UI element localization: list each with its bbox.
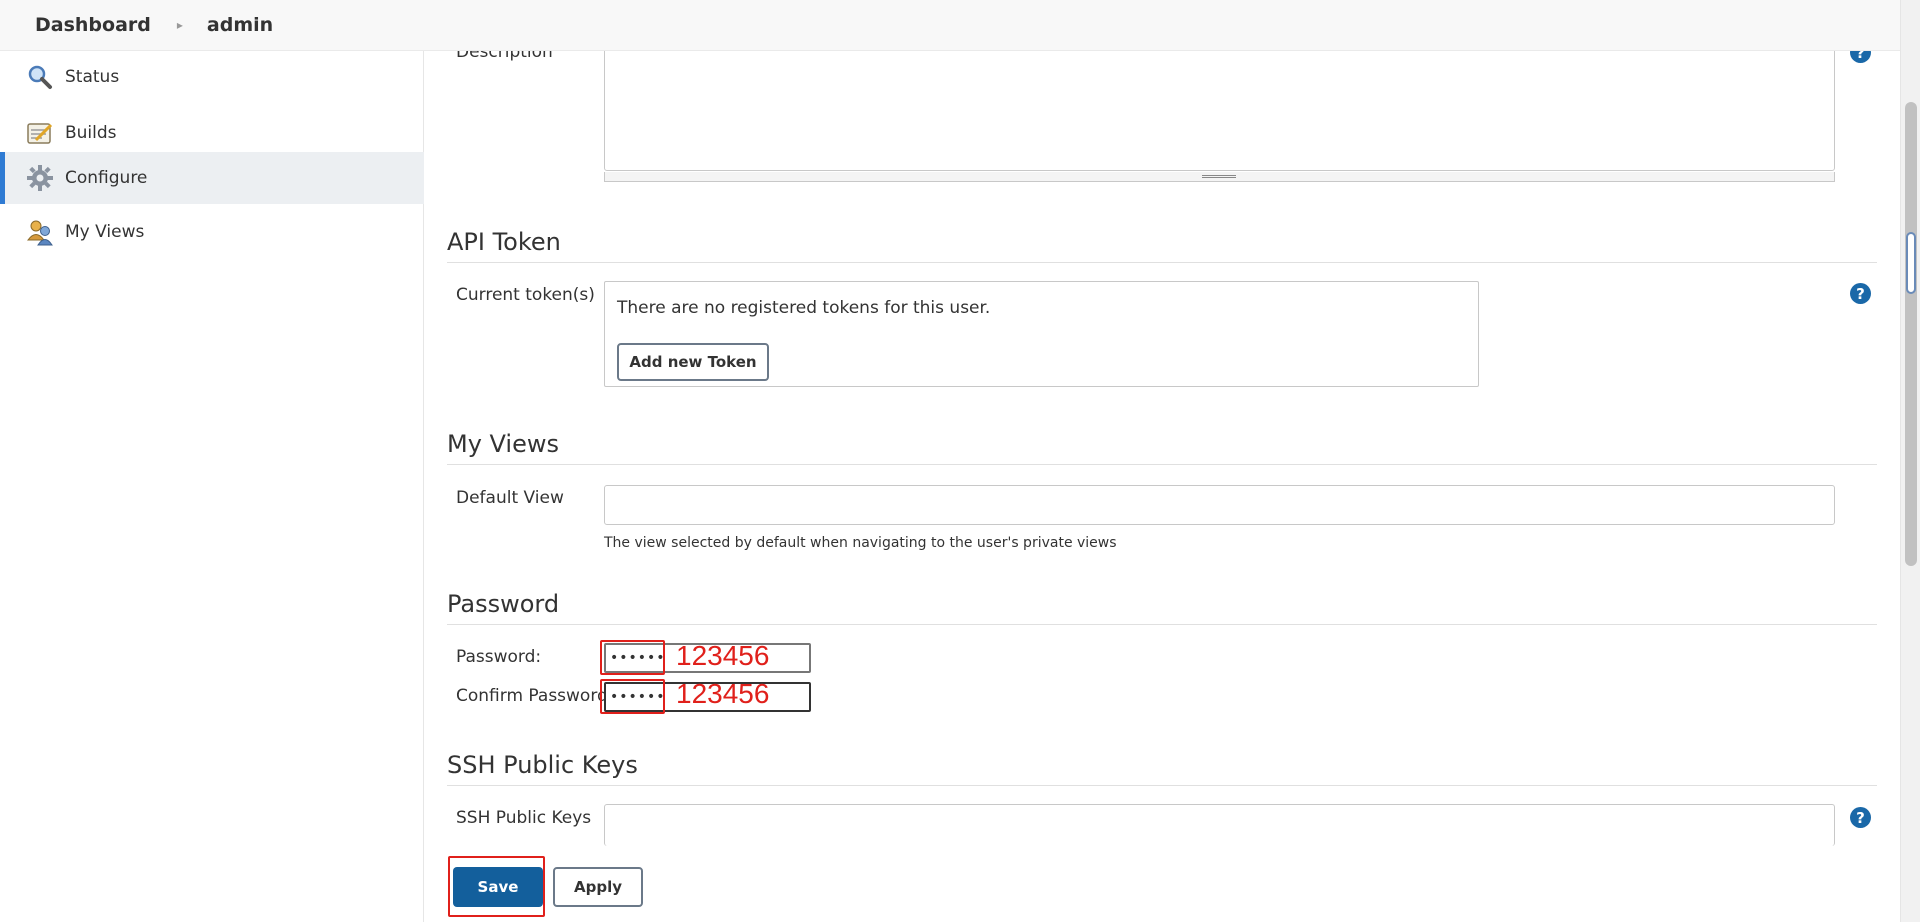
api-token-title: API Token: [447, 228, 1877, 263]
sidebar-item-label: Builds: [65, 123, 117, 143]
help-icon[interactable]: ?: [1850, 807, 1871, 828]
sidebar-item-configure[interactable]: Configure: [0, 152, 424, 204]
breadcrumb-dashboard[interactable]: Dashboard: [35, 14, 151, 36]
search-icon: [26, 63, 54, 91]
my-views-title: My Views: [447, 430, 1877, 465]
page-scrollbar[interactable]: [1900, 0, 1920, 922]
annotation-box-confirm: [600, 679, 665, 714]
sidebar: Status Builds Configure My Views: [0, 51, 424, 922]
current-tokens-label: Current token(s): [456, 285, 595, 305]
scrollbar-highlight: [1906, 232, 1916, 294]
sidebar-item-my-views[interactable]: My Views: [0, 206, 424, 258]
default-view-hint: The view selected by default when naviga…: [604, 535, 1117, 551]
confirm-password-label: Confirm Password:: [456, 686, 614, 706]
breadcrumb-admin[interactable]: admin: [207, 14, 273, 36]
apply-button[interactable]: Apply: [553, 867, 643, 907]
annotation-box-save: [448, 856, 545, 917]
default-view-input[interactable]: [604, 485, 1835, 525]
sidebar-item-label: Configure: [65, 168, 148, 188]
annotation-text-confirm: 123456: [676, 678, 770, 709]
add-new-token-button[interactable]: Add new Token: [617, 343, 769, 381]
scrollbar-thumb[interactable]: [1905, 102, 1917, 566]
sidebar-item-status[interactable]: Status: [0, 51, 424, 103]
password-label: Password:: [456, 647, 542, 667]
annotation-box-password: [600, 640, 665, 675]
gear-icon: [26, 164, 54, 192]
password-title: Password: [447, 590, 1877, 625]
sidebar-item-label: Status: [65, 67, 120, 87]
breadcrumb-bar: Dashboard ▸ admin: [0, 0, 1900, 51]
default-view-label: Default View: [456, 488, 564, 508]
action-bar: [425, 848, 1880, 922]
resize-grip-icon: [1202, 175, 1236, 178]
sidebar-item-label: My Views: [65, 222, 145, 242]
ssh-keys-textarea[interactable]: [604, 804, 1835, 846]
description-textarea[interactable]: [604, 42, 1835, 171]
ssh-keys-title: SSH Public Keys: [447, 751, 1877, 786]
users-icon: [26, 218, 54, 246]
no-tokens-text: There are no registered tokens for this …: [617, 298, 991, 318]
notepad-icon: [26, 119, 54, 147]
breadcrumb-chevron-icon[interactable]: ▸: [177, 18, 183, 32]
description-resize-bar[interactable]: [604, 172, 1835, 182]
ssh-keys-label: SSH Public Keys: [456, 808, 592, 828]
help-icon[interactable]: ?: [1850, 283, 1871, 304]
annotation-text-password: 123456: [676, 640, 770, 671]
token-list-box: There are no registered tokens for this …: [604, 281, 1479, 387]
